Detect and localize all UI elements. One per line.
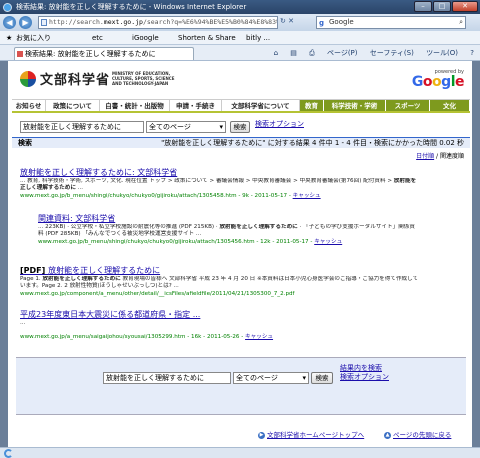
search-within-results-link[interactable]: 結果内を検索 (340, 364, 389, 373)
forward-arrow-icon[interactable]: ▶ (19, 16, 32, 29)
print-icon[interactable]: ⎙ (309, 49, 315, 57)
tab-bar: 検索結果: 放射能を正しく理解するために ⌂ ▤ ⎙ ページ(P) セーフティ(… (0, 45, 480, 61)
result-title-link[interactable]: 放射能を正しく理解するために: 文部科学省 (20, 167, 420, 178)
footer-home: ▶ 文部科学省ホームページトップへ (258, 429, 364, 439)
result-url: www.mext.go.jp/b_menu/shingi/chukyo/chuk… (20, 192, 321, 199)
ie-app-icon (3, 3, 12, 12)
loading-spinner-icon (4, 449, 13, 458)
result-snippet: Page 1. 放射能を正しく理解するために 教育現場の皆様へ 文部科学省 平成… (20, 276, 419, 290)
command-bar: ⌂ ▤ ⎙ ページ(P) セーフティ(S) ツール(O) ? (264, 45, 474, 61)
result-title-link[interactable]: [PDF] 放射能を正しく理解するために (20, 265, 420, 276)
arrow-right-icon: ▶ (258, 431, 265, 439)
search-result: 放射能を正しく理解するために: 文部科学省 ... 教育, 科学技術・学術, ス… (20, 167, 420, 200)
results-summary-bar: 検索 "放射能を正しく理解するために" に対する結果 4 件中 1 - 4 件目… (12, 137, 470, 148)
status-bar (0, 447, 480, 458)
sort-options: 日付順 / 関連度順 (416, 151, 464, 160)
page-content: 文部科学省 MINISTRY OF EDUCATION, CULTURE, SP… (8, 61, 472, 447)
page-icon (41, 19, 47, 26)
favorites-star-icon[interactable]: ★ (6, 31, 12, 45)
search-engine-name: Google (329, 18, 354, 26)
bottom-search-options-link[interactable]: 検索オプション (340, 373, 389, 382)
home-icon[interactable]: ⌂ (274, 49, 278, 57)
footer-top: ▲ ページの先頭に戻る (384, 429, 451, 439)
sort-by-date-link[interactable]: 日付順 (416, 153, 434, 160)
google-logo: Google (411, 74, 465, 90)
page-menu[interactable]: ページ(P) (327, 49, 358, 57)
help-icon[interactable]: ? (470, 49, 474, 57)
safety-menu[interactable]: セーフティ(S) (370, 49, 414, 57)
search-icon[interactable]: ⌕ (459, 17, 463, 28)
url-host: mext.go.jp (103, 18, 143, 26)
cache-link[interactable]: キャッシュ (314, 239, 342, 245)
tab-search-results[interactable]: 検索結果: 放射能を正しく理解するために (14, 47, 194, 60)
search-options-link[interactable]: 検索オプション (255, 119, 304, 129)
favorite-item-etc[interactable]: etc (92, 31, 103, 45)
nav-culture[interactable]: 文化 (430, 100, 470, 111)
url-prefix: http://search. (49, 18, 104, 26)
nav-education[interactable]: 教育 (300, 100, 324, 111)
maximize-button[interactable]: □ (433, 1, 451, 12)
main-navigation: お知らせ 政策について 白書・統計・出版物 申請・手続き 文部科学省について 教… (12, 99, 470, 113)
favorite-item-igoogle[interactable]: iGoogle (132, 31, 159, 45)
tools-menu[interactable]: ツール(O) (426, 49, 458, 57)
bottom-search-input[interactable]: 放射能を正しく理解するために (103, 372, 231, 384)
window-titlebar: 検索結果: 放射能を正しく理解するために - Windows Internet … (0, 0, 480, 14)
window-title: 検索結果: 放射能を正しく理解するために - Windows Internet … (16, 3, 247, 11)
nav-about[interactable]: 文部科学省について (222, 100, 300, 111)
search-button[interactable]: 検索 (230, 121, 250, 133)
nav-publications[interactable]: 白書・統計・出版物 (100, 100, 170, 111)
favorite-item-shorten[interactable]: Shorten & Share (178, 31, 236, 45)
search-result: [PDF] 放射能を正しく理解するために Page 1. 放射能を正しく理解する… (20, 265, 420, 298)
search-result: 平成23年度東日本大震災に係る都道府県・指定 ... ... www.mext.… (20, 309, 420, 341)
back-to-top-link[interactable]: ページの先頭に戻る (393, 431, 451, 439)
bottom-scope-select[interactable]: 全てのページ (233, 372, 309, 384)
nav-sports[interactable]: スポーツ (386, 100, 430, 111)
result-title-link[interactable]: 関連資料: 文部科学省 (38, 213, 418, 224)
favorites-button[interactable]: お気に入り (16, 31, 51, 45)
logo-subtitle: MINISTRY OF EDUCATION, CULTURE, SPORTS, … (112, 71, 175, 86)
nav-news[interactable]: お知らせ (12, 100, 46, 111)
minimize-button[interactable]: – (414, 1, 432, 12)
scope-select[interactable]: 全てのページ (146, 121, 226, 133)
result-url: www.mext.go.jp/a_menu/saigaijohou/syousa… (20, 334, 274, 340)
bottom-search-box: 放射能を正しく理解するために 全てのページ 検索 結果内を検索 検索オプション (16, 357, 466, 415)
window-controls: – □ ✕ (413, 1, 478, 12)
search-result: 関連資料: 文部科学省 ... 223KB) · 公立学校・私立学校施設の耐震化… (38, 213, 418, 246)
powered-by-google: powered by Google (411, 69, 465, 90)
arrow-up-icon: ▲ (384, 431, 391, 439)
sort-by-relevance: 関連度順 (439, 153, 464, 160)
results-info: "放射能を正しく理解するために" に対する結果 4 件中 1 - 4 件目・検索… (161, 139, 464, 147)
results-label: 検索 (18, 139, 32, 147)
cache-link[interactable]: キャッシュ (245, 334, 273, 340)
address-bar: ◀ ▶ http://search.mext.go.jp/search?q=%E… (0, 14, 480, 31)
search-input[interactable]: 放射能を正しく理解するために (20, 121, 144, 133)
mext-logo-icon (20, 71, 36, 87)
result-url: www.mext.go.jp/component/a_menu/other/de… (20, 290, 295, 297)
bottom-search-button[interactable]: 検索 (311, 372, 333, 384)
google-icon: g (319, 19, 325, 27)
result-url: www.mext.go.jp/b_menu/shingi/chukyo/chuk… (38, 238, 343, 245)
nav-science[interactable]: 科学技術・学術 (324, 100, 386, 111)
home-page-link[interactable]: 文部科学省ホームページトップへ (267, 431, 364, 439)
result-title-link[interactable]: 平成23年度東日本大震災に係る都道府県・指定 ... (20, 309, 420, 320)
url-input[interactable]: http://search.mext.go.jp/search?q=%E6%94… (38, 16, 278, 29)
url-rest: /search?q=%E6%94%BE%E5%B0%84%E8%83%BD%E3… (142, 18, 277, 26)
result-snippet: ... (20, 320, 26, 326)
feed-icon[interactable]: ▤ (290, 49, 297, 57)
nav-policy[interactable]: 政策について (46, 100, 100, 111)
cache-link[interactable]: キャッシュ (293, 193, 321, 199)
refresh-stop-icons[interactable]: ↻ ✕ (280, 17, 294, 25)
result-snippet: ... 教育, 科学技術・学術, スポーツ, 文化. 現在位置 トップ > 政策… (20, 178, 417, 192)
favorites-bar: ★ お気に入り etc iGoogle Shorten & Share bitl… (0, 31, 480, 45)
result-snippet: ... 223KB) · 公立学校・私立学校施設の耐震化等の推進 (PDF 21… (38, 224, 415, 238)
logo-text: 文部科学省 (40, 73, 111, 88)
bottom-links: 結果内を検索 検索オプション (340, 364, 389, 382)
browser-search-input[interactable]: g Google ⌕ (316, 16, 466, 29)
back-arrow-icon[interactable]: ◀ (3, 16, 16, 29)
nav-procedures[interactable]: 申請・手続き (170, 100, 222, 111)
close-button[interactable]: ✕ (452, 1, 478, 12)
favorite-item-bitly[interactable]: bitly ... (246, 31, 270, 45)
